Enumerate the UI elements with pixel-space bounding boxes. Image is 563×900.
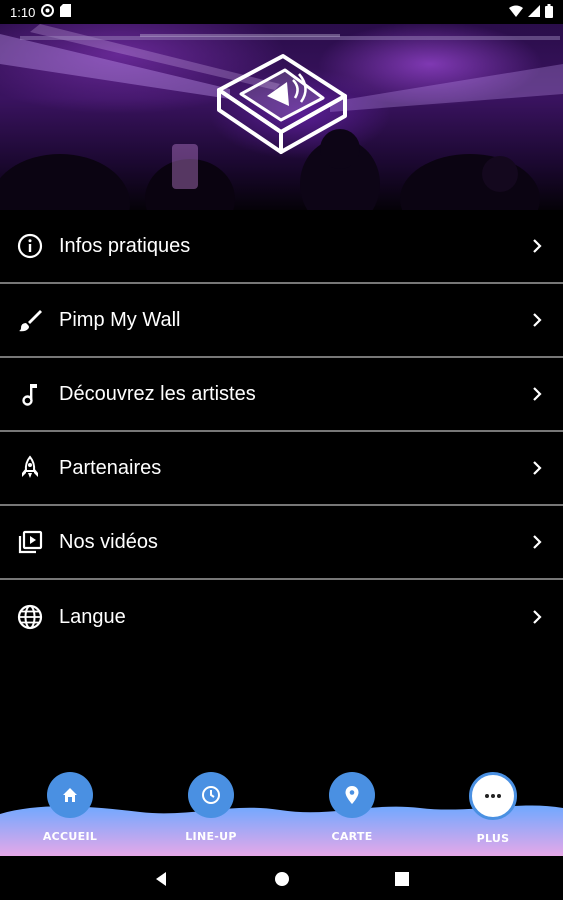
brush-icon <box>15 305 45 335</box>
rocket-icon <box>15 453 45 483</box>
chevron-right-icon <box>531 460 543 476</box>
nav-carte[interactable]: CARTE <box>312 770 392 856</box>
data-saver-icon <box>41 4 55 20</box>
menu-item-label: Découvrez les artistes <box>59 382 256 405</box>
menu-item-infos-pratiques[interactable]: Infos pratiques <box>0 210 563 284</box>
chevron-right-icon <box>531 312 543 328</box>
menu-item-pimp-my-wall[interactable]: Pimp My Wall <box>0 284 563 358</box>
back-icon[interactable] <box>152 870 170 888</box>
nav-line-up[interactable]: LINE-UP <box>171 770 251 856</box>
chevron-right-icon <box>531 534 543 550</box>
nav-label: LINE-UP <box>185 830 237 843</box>
bottom-navigation: ACCUEIL LINE-UP CARTE PLUS <box>0 770 563 856</box>
nav-accueil[interactable]: ACCUEIL <box>30 770 110 856</box>
menu-item-partenaires[interactable]: Partenaires <box>0 432 563 506</box>
signal-icon <box>528 4 540 20</box>
system-navigation-bar <box>0 856 563 900</box>
chevron-right-icon <box>531 386 543 402</box>
map-pin-icon <box>329 772 375 818</box>
menu-item-artistes[interactable]: Découvrez les artistes <box>0 358 563 432</box>
header-banner <box>0 24 563 210</box>
banner-image <box>0 24 563 210</box>
info-icon <box>15 231 45 261</box>
more-icon <box>469 772 517 820</box>
menu-item-label: Langue <box>59 605 126 628</box>
nav-label: CARTE <box>331 830 373 843</box>
menu-item-label: Pimp My Wall <box>59 308 181 331</box>
wifi-icon <box>509 5 523 20</box>
menu-list: Infos pratiques Pimp My Wall Découvrez l… <box>0 210 563 654</box>
nav-label: PLUS <box>476 832 510 845</box>
video-library-icon <box>15 527 45 557</box>
sd-card-icon <box>60 4 72 20</box>
menu-item-langue[interactable]: Langue <box>0 580 563 654</box>
home-icon <box>47 772 93 818</box>
status-time: 1:10 <box>10 4 36 20</box>
chevron-right-icon <box>531 238 543 254</box>
home-button-icon[interactable] <box>273 870 291 888</box>
menu-item-videos[interactable]: Nos vidéos <box>0 506 563 580</box>
globe-icon <box>15 602 45 632</box>
recents-icon[interactable] <box>393 870 411 888</box>
nav-plus[interactable]: PLUS <box>453 770 533 856</box>
nav-label: ACCUEIL <box>42 830 98 843</box>
chevron-right-icon <box>531 609 543 625</box>
menu-item-label: Infos pratiques <box>59 234 191 257</box>
menu-item-label: Nos vidéos <box>59 530 158 553</box>
status-bar: 1:10 <box>0 0 563 24</box>
battery-icon <box>545 3 553 21</box>
clock-icon <box>188 772 234 818</box>
menu-item-label: Partenaires <box>59 456 162 479</box>
music-note-icon <box>15 379 45 409</box>
